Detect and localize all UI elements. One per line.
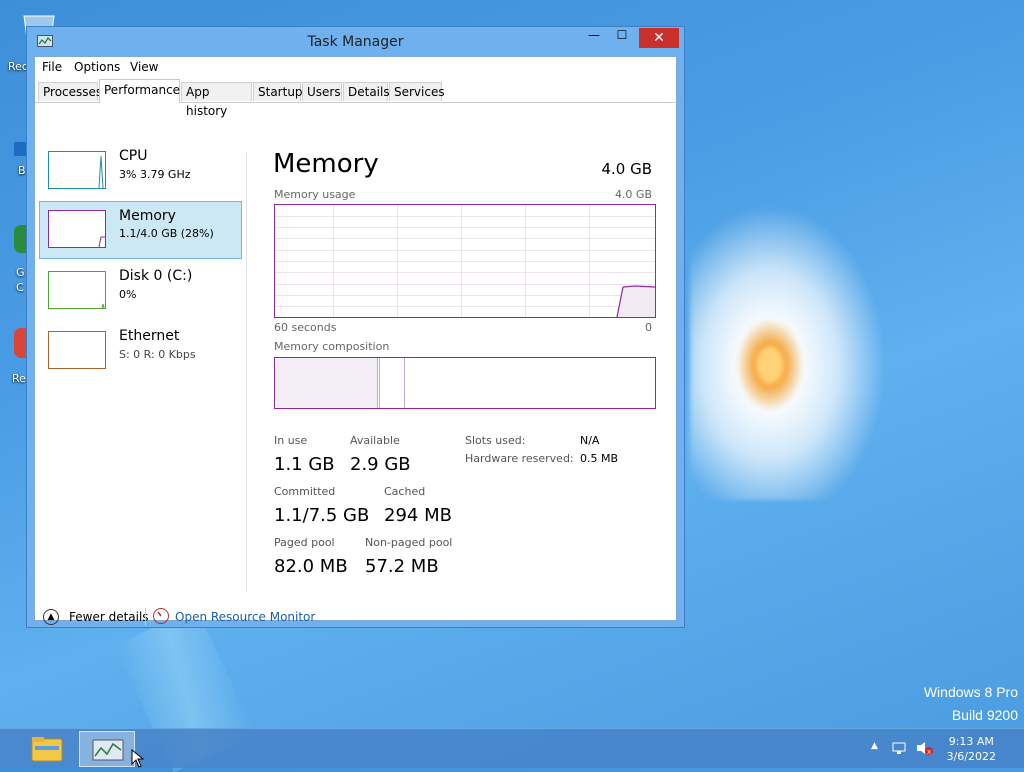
committed-value: 1.1/7.5 GB: [274, 505, 370, 526]
memory-usage-max: 4.0 GB: [614, 188, 652, 201]
graph-time-end: 0: [645, 321, 652, 334]
paged-pool-value: 82.0 MB: [274, 556, 348, 577]
tab-startup[interactable]: Startup: [253, 82, 303, 101]
menu-view[interactable]: View: [130, 60, 158, 74]
hardware-reserved-value: 0.5 MB: [580, 452, 619, 465]
perf-item-detail: 0%: [119, 288, 137, 301]
resource-monitor-icon[interactable]: [153, 608, 169, 624]
available-label: Available: [350, 434, 400, 447]
perf-item-memory[interactable]: Memory 1.1/4.0 GB (28%): [39, 201, 242, 259]
tab-strip: Processes Performance App history Startu…: [35, 79, 676, 118]
menu-file[interactable]: File: [42, 60, 62, 74]
in-use-label: In use: [274, 434, 308, 447]
composition-in-use: [275, 358, 378, 408]
memory-composition-bar: [274, 357, 656, 409]
perf-item-name: Disk 0 (C:): [119, 268, 193, 284]
perf-item-cpu[interactable]: CPU 3% 3.79 GHz: [39, 142, 242, 200]
tab-performance[interactable]: Performance: [99, 79, 180, 103]
memory-thumbnail-graph: [48, 210, 106, 248]
tab-processes[interactable]: Processes: [38, 82, 102, 101]
memory-composition-label: Memory composition: [274, 340, 390, 353]
fewer-details-button[interactable]: Fewer details: [69, 610, 149, 624]
tab-services[interactable]: Services: [389, 82, 445, 101]
tab-users[interactable]: Users: [302, 82, 342, 101]
footer-divider: [145, 608, 146, 626]
ethernet-thumbnail-graph: [48, 331, 106, 369]
system-clock[interactable]: 9:13 AM 3/6/2022: [947, 734, 996, 764]
graph-time-label: 60 seconds: [274, 321, 337, 334]
minimize-button[interactable]: —: [580, 28, 608, 48]
perf-item-ethernet[interactable]: Ethernet S: 0 R: 0 Kbps: [39, 322, 242, 380]
non-paged-pool-label: Non-paged pool: [365, 536, 453, 549]
task-manager-icon: [92, 739, 124, 761]
cached-value: 294 MB: [384, 505, 452, 526]
desktop-icon-label: G: [16, 266, 25, 279]
task-manager-window[interactable]: Task Manager — ☐ ✕ File Options View Pro…: [26, 26, 685, 628]
perf-item-name: CPU: [119, 148, 148, 164]
perf-item-disk[interactable]: Disk 0 (C:) 0%: [39, 262, 242, 320]
network-icon[interactable]: [891, 740, 907, 759]
chevron-up-icon[interactable]: ▲: [43, 609, 59, 625]
mouse-cursor-icon: [131, 749, 145, 768]
available-value: 2.9 GB: [350, 454, 411, 475]
perf-item-name: Ethernet: [119, 328, 180, 344]
svg-text:x: x: [927, 748, 931, 756]
os-edition: Windows 8 Pro: [923, 684, 1018, 700]
perf-item-name: Memory: [119, 208, 176, 224]
clock-date: 3/6/2022: [946, 750, 996, 763]
footer: ▲ Fewer details Open Resource Monitor: [35, 604, 676, 632]
close-button[interactable]: ✕: [639, 28, 679, 48]
desktop-icon-label: Re: [12, 372, 26, 385]
in-use-value: 1.1 GB: [274, 454, 335, 475]
slots-used-label: Slots used:: [465, 434, 526, 447]
desktop-icon-label: Rec: [8, 60, 28, 73]
panel-divider: [246, 152, 247, 592]
open-resource-monitor-link[interactable]: Open Resource Monitor: [175, 610, 315, 624]
memory-usage-graph: [274, 204, 656, 318]
window-client-area: File Options View Processes Performance …: [34, 56, 677, 626]
menu-options[interactable]: Options: [74, 60, 120, 74]
committed-label: Committed: [274, 485, 336, 498]
cpu-thumbnail-graph: [48, 151, 106, 189]
maximize-button[interactable]: ☐: [608, 28, 636, 48]
clock-time: 9:13 AM: [948, 735, 994, 748]
paged-pool-label: Paged pool: [274, 536, 335, 549]
perf-item-detail: 3% 3.79 GHz: [119, 168, 191, 181]
taskbar-task-manager[interactable]: [79, 731, 135, 767]
taskbar: ▲ x 9:13 AM 3/6/2022: [0, 728, 1024, 768]
taskbar-file-explorer[interactable]: [20, 731, 76, 767]
tab-app-history[interactable]: App history: [181, 82, 252, 118]
composition-standby: [380, 358, 405, 408]
os-build: Build 9200: [951, 707, 1018, 723]
memory-usage-line: [616, 285, 655, 317]
show-hidden-icons-arrow-icon[interactable]: ▲: [871, 741, 878, 751]
perf-item-detail: S: 0 R: 0 Kbps: [119, 348, 196, 361]
desktop-icon-label: C: [16, 281, 24, 294]
menu-bar: File Options View: [35, 57, 676, 79]
resource-title: Memory: [273, 149, 379, 179]
volume-muted-icon[interactable]: x: [915, 740, 933, 759]
perf-item-detail: 1.1/4.0 GB (28%): [119, 227, 214, 240]
slots-used-value: N/A: [580, 434, 600, 447]
wallpaper-flower: [690, 200, 890, 500]
cached-label: Cached: [384, 485, 426, 498]
file-explorer-icon: [31, 737, 63, 762]
tab-details[interactable]: Details: [343, 82, 390, 101]
desktop-icon-label: B: [18, 164, 26, 177]
memory-total: 4.0 GB: [601, 160, 652, 178]
title-bar[interactable]: Task Manager — ☐ ✕: [27, 27, 684, 57]
non-paged-pool-value: 57.2 MB: [365, 556, 439, 577]
disk-thumbnail-graph: [48, 271, 106, 309]
hardware-reserved-label: Hardware reserved:: [465, 452, 574, 465]
memory-usage-label: Memory usage: [274, 188, 356, 201]
